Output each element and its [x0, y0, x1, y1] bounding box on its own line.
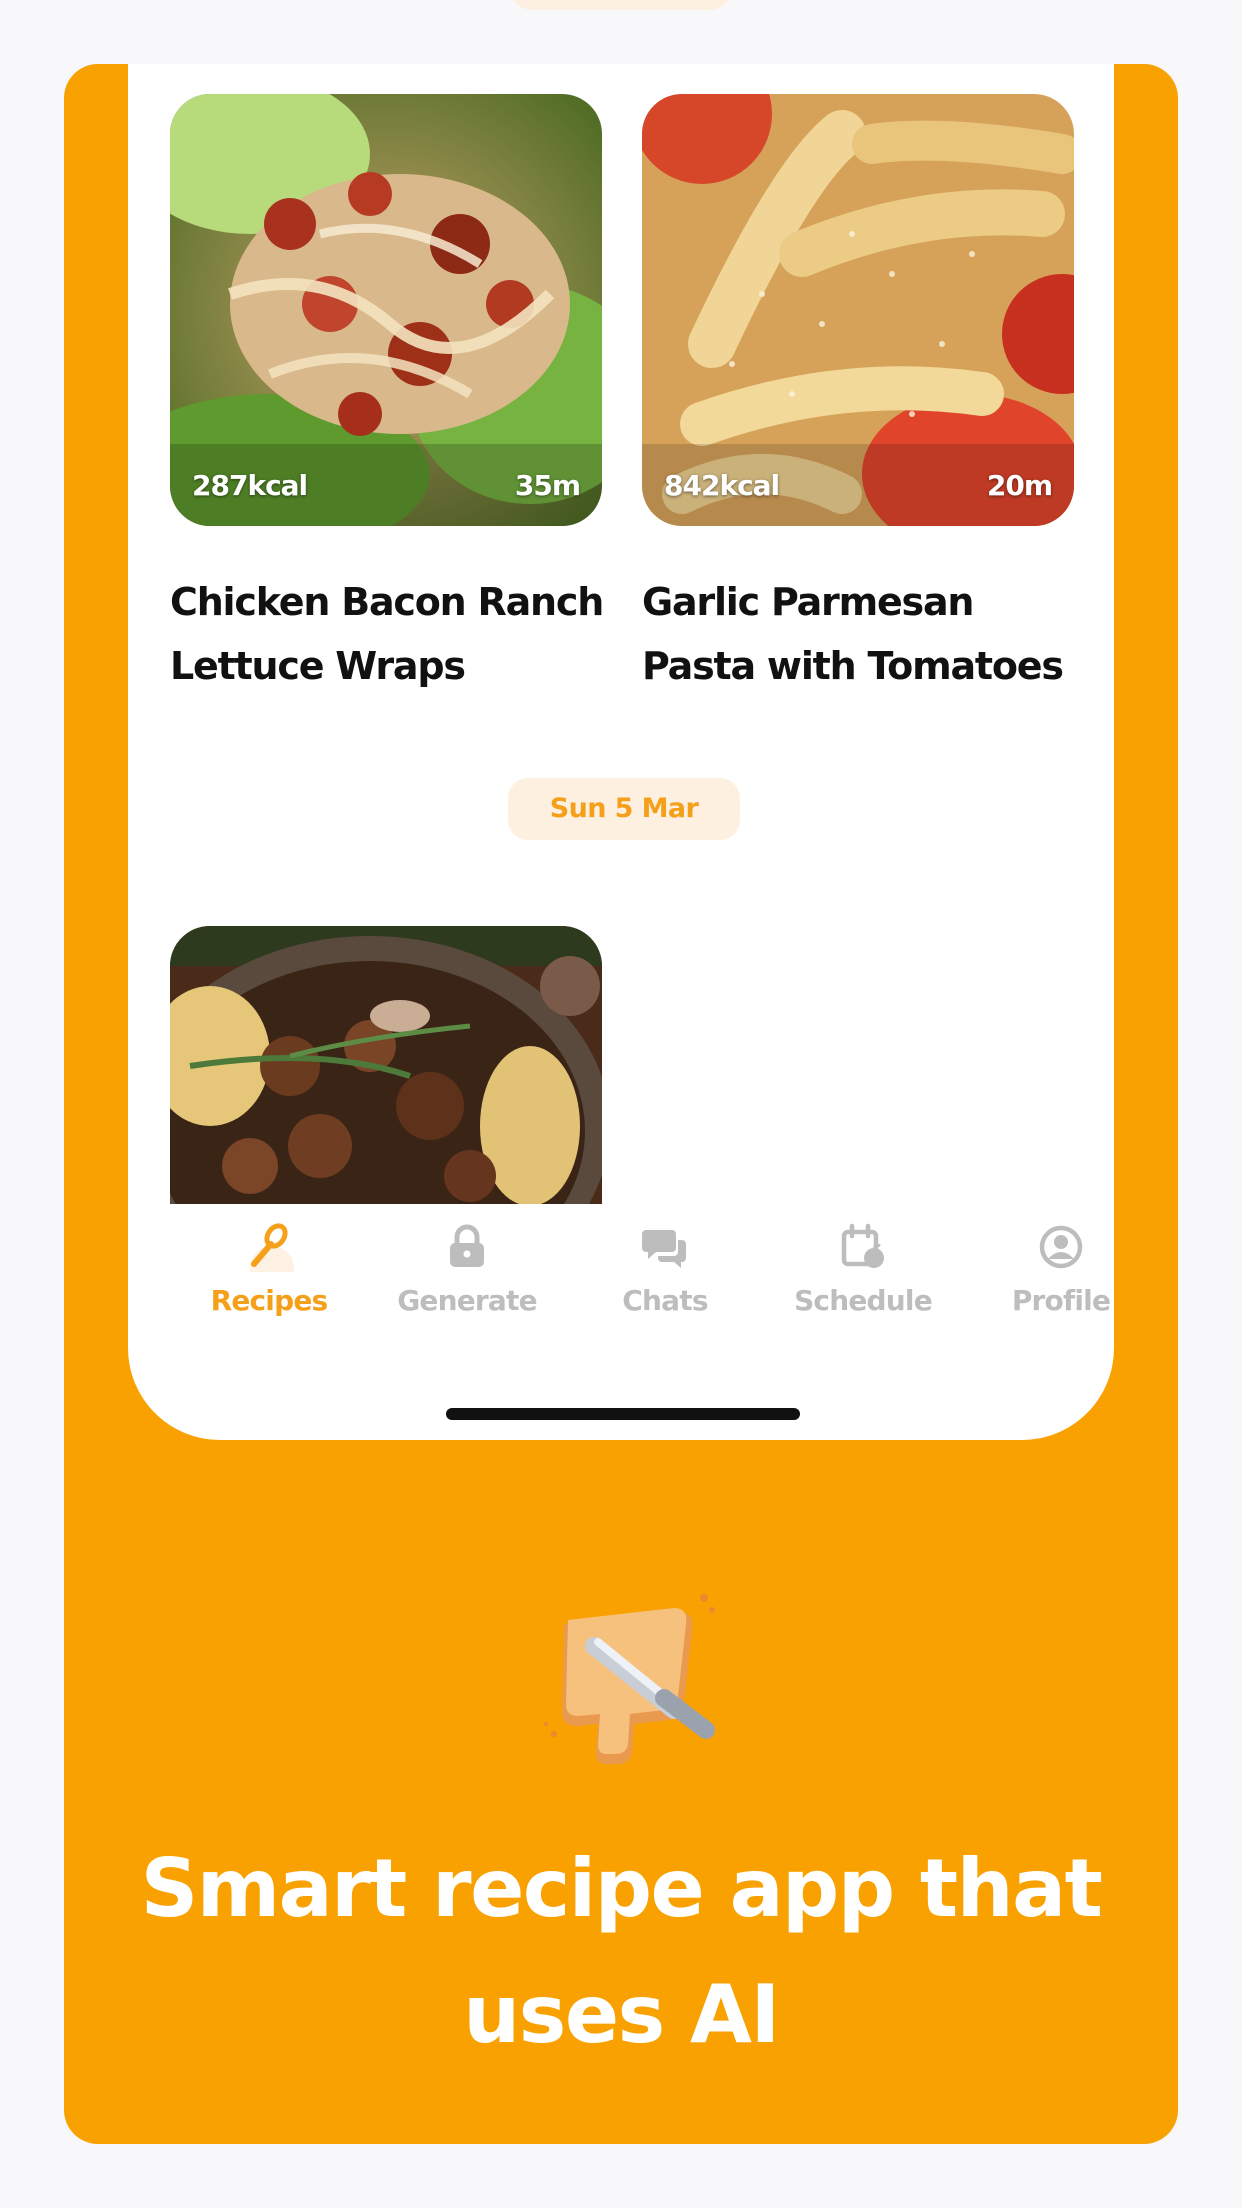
tab-label: Generate	[397, 1284, 537, 1317]
tab-label: Schedule	[794, 1284, 933, 1317]
whisk-icon	[250, 1223, 294, 1272]
recipe-title[interactable]: Garlic Parmesan Pasta with Tomatoes	[642, 570, 1082, 698]
stroganoff-photo	[170, 926, 602, 1206]
calories-label: 287kcal	[192, 469, 308, 502]
lock-icon	[450, 1224, 484, 1267]
pasta-photo	[642, 94, 1074, 526]
promo-headline: Smart recipe app that uses AI	[140, 1842, 1103, 2061]
date-section-label: Sun 5 Mar	[508, 778, 740, 840]
cook-time-label: 20m	[986, 469, 1053, 502]
recipe-title[interactable]: Chicken Bacon Ranch Lettuce Wraps	[170, 570, 610, 698]
tab-label: Chats	[622, 1284, 708, 1317]
cutting-board-knife-icon	[544, 1594, 715, 1764]
profile-icon	[1039, 1225, 1083, 1269]
previous-date-pill	[508, 0, 734, 10]
tab-profile[interactable]: Profile	[962, 1204, 1114, 1334]
calories-label: 842kcal	[664, 469, 780, 502]
tab-generate[interactable]: Generate	[368, 1204, 566, 1334]
promo-card: 287kcal 35m Chicken Bacon Ranch Lettuce …	[64, 64, 1178, 2144]
cook-time-label: 35m	[514, 469, 581, 502]
lettuce-wrap-photo	[170, 94, 602, 526]
recipe-card-beef-stroganoff[interactable]	[170, 926, 602, 1206]
recipe-image[interactable]: 287kcal 35m	[170, 94, 602, 526]
calendar-icon	[841, 1223, 884, 1268]
tab-label: Recipes	[210, 1284, 329, 1317]
tab-label: Profile	[1011, 1284, 1111, 1317]
home-indicator[interactable]	[446, 1408, 800, 1420]
chat-bubbles-icon	[642, 1230, 686, 1268]
tab-schedule[interactable]: Schedule	[764, 1204, 962, 1334]
phone-screen: 287kcal 35m Chicken Bacon Ranch Lettuce …	[128, 64, 1114, 1440]
recipe-image[interactable]: 842kcal 20m	[642, 94, 1074, 526]
bottom-tab-bar: Recipes Generate Chats Schedule Profile	[128, 1204, 1114, 1334]
recipe-card-chicken-wraps[interactable]: 287kcal 35m Chicken Bacon Ranch Lettuce …	[170, 94, 604, 698]
tab-recipes[interactable]: Recipes	[170, 1204, 368, 1334]
tab-chats[interactable]: Chats	[566, 1204, 764, 1334]
recipe-card-garlic-pasta[interactable]: 842kcal 20m Garlic Parmesan Pasta with T…	[642, 94, 1074, 698]
